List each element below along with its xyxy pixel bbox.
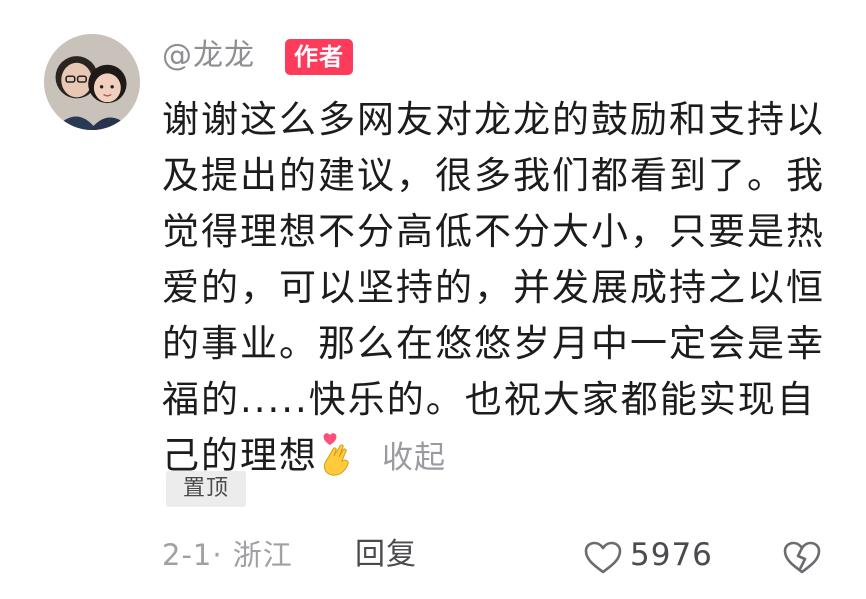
avatar[interactable] [44,34,140,130]
broken-heart-icon[interactable] [782,540,822,576]
heart-outline-icon[interactable] [583,540,623,576]
pinned-tag: 置顶 [166,471,246,507]
username[interactable]: @龙龙 [162,36,255,76]
heart-hands-emoji-icon [323,433,349,476]
collapse-link[interactable]: 收起 [382,430,446,486]
like-count: 5976 [630,537,713,573]
comment-text: 谢谢这么多网友对龙龙的鼓励和支持以及提出的建议，很多我们都看到了。我觉得理想不分… [162,98,825,477]
comment-item: @龙龙 作者 谢谢这么多网友对龙龙的鼓励和支持以及提出的建议，很多我们都看到了。… [0,0,866,599]
date-location: 2-1· 浙江 [162,538,293,572]
reply-button[interactable]: 回复 [355,535,417,575]
avatar-image [44,34,140,130]
author-badge: 作者 [285,39,353,75]
comment-body: 谢谢这么多网友对龙龙的鼓励和支持以及提出的建议，很多我们都看到了。我觉得理想不分… [162,92,842,486]
